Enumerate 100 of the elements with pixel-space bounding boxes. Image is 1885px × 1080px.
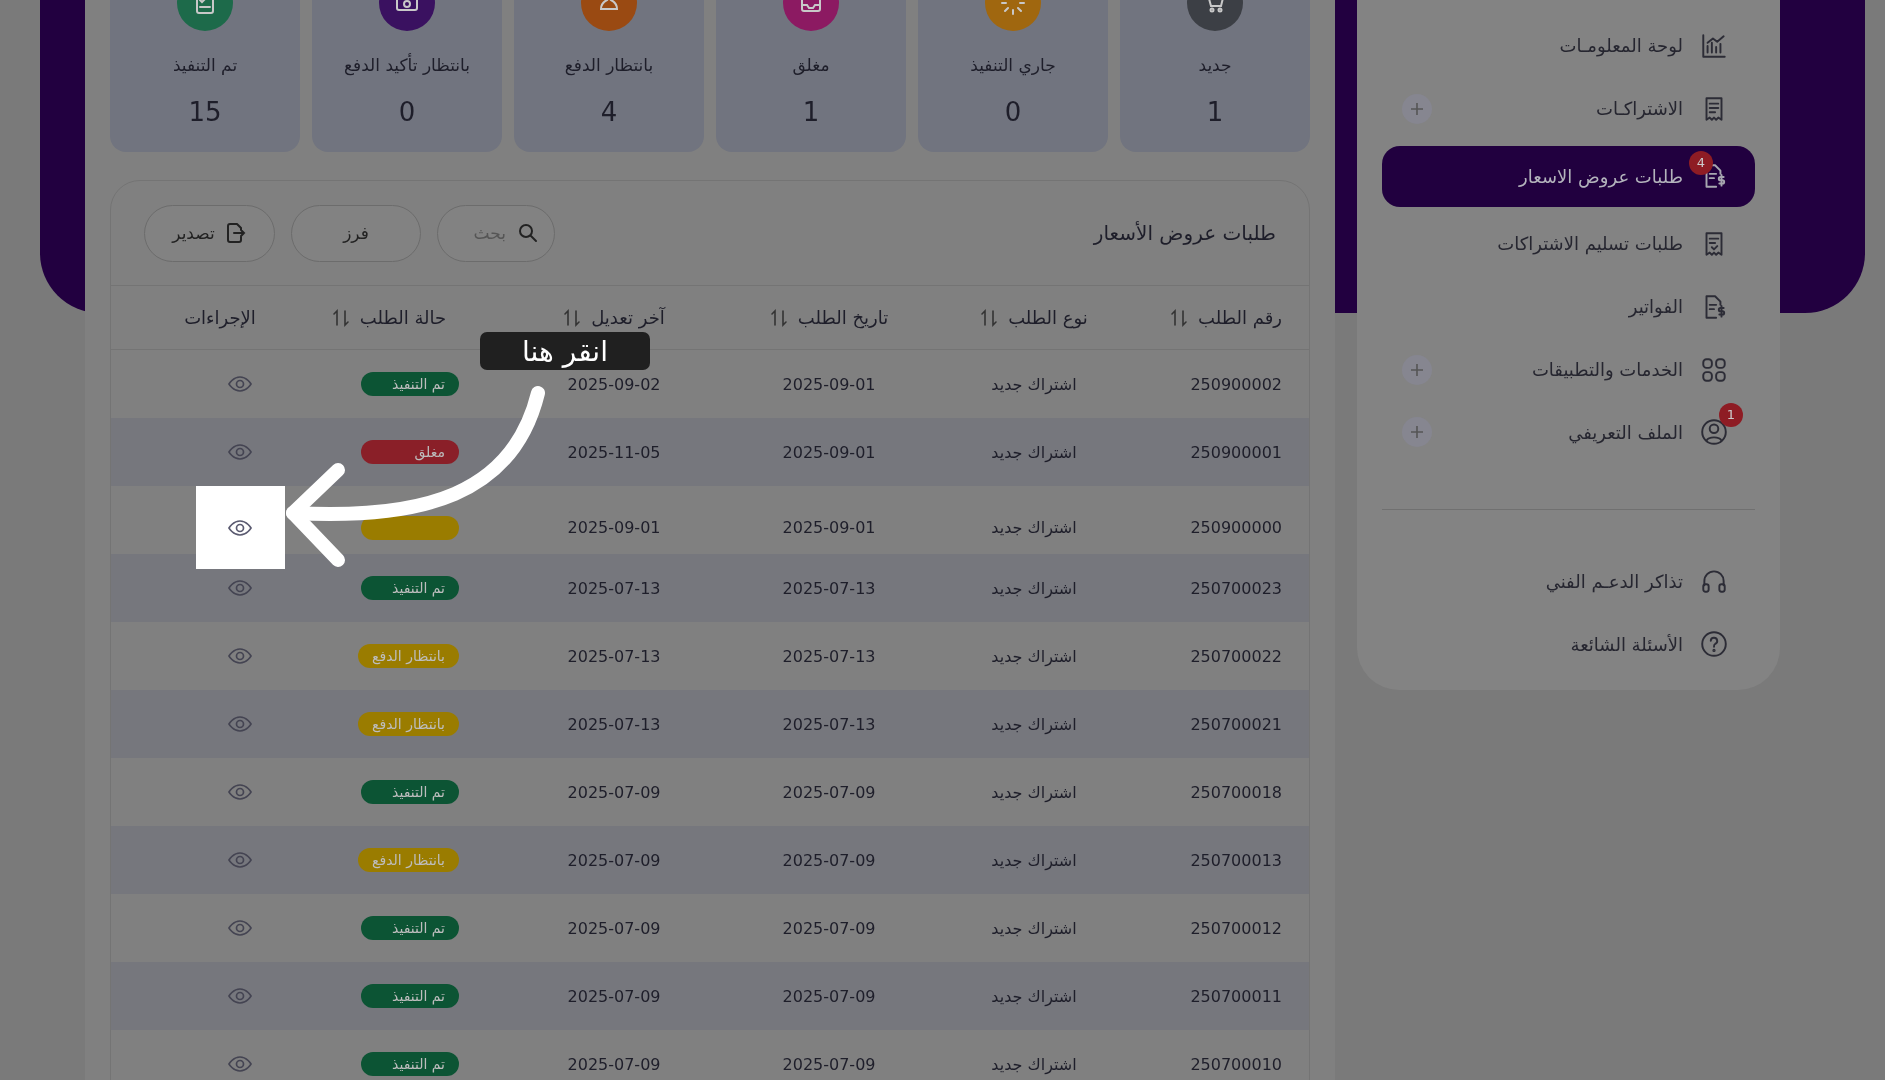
- status-badge: تم التنفيذ: [361, 916, 459, 940]
- plus-icon: [1410, 101, 1424, 116]
- column-header: رقم الطلب: [1198, 307, 1282, 328]
- column-header: حالة الطلب: [359, 307, 447, 328]
- table-cell-text: 250900002: [1190, 374, 1283, 394]
- table-cell: 2025-07-09: [567, 782, 661, 802]
- table-cell-text: 250900001: [1190, 442, 1283, 462]
- table-cell: اشتراك جديد: [991, 782, 1077, 802]
- sidebar-label: الأسئلة الشائعة: [1570, 633, 1683, 655]
- sidebar-item[interactable]: الأسئلة الشائعة: [1382, 618, 1755, 671]
- table-cell: 2025-07-13: [567, 578, 661, 598]
- stat-count: 4: [600, 97, 618, 127]
- stat-count: 1: [1206, 97, 1224, 127]
- stat-count: 0: [398, 97, 416, 127]
- sort-icon[interactable]: [769, 307, 788, 328]
- table-cell: اشتراك جديد: [991, 578, 1077, 598]
- stat-count: 1: [802, 97, 820, 127]
- table-cell: 2025-09-01: [782, 442, 876, 462]
- table-cell: اشتراك جديد: [991, 986, 1077, 1006]
- sort-icon[interactable]: [331, 307, 350, 328]
- sidebar-item[interactable]: طلبات تسليم الاشتراكات: [1382, 218, 1755, 270]
- status-badge: بانتظار الدفع: [358, 644, 459, 668]
- status-badge: تم التنفيذ: [361, 984, 459, 1008]
- sidebar-item[interactable]: الخدمات والتطبيقات: [1382, 343, 1755, 396]
- stat-count: 15: [188, 97, 222, 127]
- status-badge: مغلق: [361, 440, 459, 464]
- stat-label: بانتظار تأكيد الدفع: [344, 55, 470, 75]
- status-badge: بانتظار الدفع: [358, 712, 459, 736]
- table-cell: 2025-07-09: [782, 986, 876, 1006]
- search-icon: [516, 221, 540, 245]
- table-cell: 2025-07-09: [782, 782, 876, 802]
- plus-icon: [1410, 362, 1424, 377]
- table-cell: 2025-09-01: [782, 518, 876, 537]
- sidebar-item[interactable]: الاشتراكـات: [1382, 82, 1755, 135]
- table-cell-text: 250700018: [1190, 782, 1283, 802]
- expand-button[interactable]: [1402, 93, 1432, 124]
- status-badge: تم التنفيذ: [361, 780, 459, 804]
- stat-label: تم التنفيذ: [172, 55, 238, 75]
- sidebar-label: تذاكر الدعـم الفني: [1545, 570, 1683, 592]
- stat-label: جاري التنفيذ: [970, 55, 1056, 75]
- plus-icon: [1410, 425, 1424, 440]
- table-cell-text: 250700011: [1190, 986, 1283, 1006]
- expand-button[interactable]: [1402, 417, 1432, 448]
- expand-button[interactable]: [1402, 354, 1432, 385]
- table-cell: اشتراك جديد: [991, 646, 1077, 666]
- table-cell: 2025-07-13: [567, 714, 661, 734]
- table-cell-text: 250700021: [1190, 714, 1283, 734]
- sort-icon[interactable]: [980, 307, 999, 328]
- stat-label: مغلق: [792, 55, 830, 75]
- tooltip: انقر هنا: [480, 332, 650, 370]
- table-cell-text: 250700022: [1190, 646, 1283, 666]
- table-cell: اشتراك جديد: [991, 714, 1077, 734]
- table-cell: 2025-09-01: [782, 374, 876, 394]
- table-cell-text: 250700023: [1190, 578, 1283, 598]
- table-cell: اشتراك جديد: [991, 1054, 1077, 1074]
- table-cell: 2025-11-05: [567, 442, 661, 462]
- table-cell-text: 250900000: [1190, 518, 1283, 537]
- table-cell: اشتراك جديد: [991, 442, 1077, 462]
- column-header: تاريخ الطلب: [797, 307, 889, 328]
- table-cell: 2025-07-09: [567, 1054, 661, 1074]
- sort-button[interactable]: فرز: [291, 204, 421, 262]
- sidebar-item[interactable]: تذاكر الدعـم الفني: [1382, 555, 1755, 608]
- table-cell: 2025-07-09: [782, 918, 876, 938]
- export-button[interactable]: تصدير: [144, 204, 275, 262]
- column-header: الإجراءات: [184, 307, 256, 328]
- notification-badge: 1: [1719, 402, 1743, 427]
- sidebar-label: لوحة المعلومـات: [1559, 35, 1683, 57]
- table-cell: 2025-07-13: [782, 646, 876, 666]
- sidebar-item[interactable]: الفواتير: [1382, 280, 1755, 333]
- table-cell: اشتراك جديد: [991, 518, 1077, 537]
- table-cell: 2025-07-09: [782, 1054, 876, 1074]
- table-cell: 2025-09-01: [567, 518, 661, 537]
- table-cell: 2025-07-09: [567, 850, 661, 870]
- table-cell: 2025-07-09: [567, 986, 661, 1006]
- table-cell: 2025-07-13: [567, 646, 661, 666]
- sidebar-label: الخدمات والتطبيقات: [1531, 359, 1683, 381]
- table-cell: اشتراك جديد: [991, 918, 1077, 938]
- sidebar-label: طلبات تسليم الاشتراكات: [1497, 233, 1683, 255]
- status-badge: بانتظار الدفع: [358, 848, 459, 872]
- status-badge: تم التنفيذ: [361, 576, 459, 600]
- sidebar-item[interactable]: لوحة المعلومـات: [1382, 20, 1755, 72]
- status-badge: تم التنفيذ: [361, 1052, 459, 1076]
- notification-badge: 4: [1689, 150, 1713, 175]
- sidebar-label: الملف التعريفي: [1568, 421, 1683, 443]
- sidebar-label: طلبات عروض الاسعار: [1519, 165, 1683, 187]
- table-cell: 2025-07-13: [782, 714, 876, 734]
- table-cell: اشتراك جديد: [991, 374, 1077, 394]
- table-cell-text: 250700012: [1190, 918, 1283, 938]
- column-header: نوع الطلب: [1008, 307, 1088, 328]
- table-cell: 2025-07-09: [782, 850, 876, 870]
- sort-icon[interactable]: [1170, 307, 1189, 328]
- table-cell: 2025-07-13: [782, 578, 876, 598]
- status-badge: تم التنفيذ: [361, 372, 459, 396]
- table-cell-text: 250700010: [1190, 1054, 1283, 1074]
- view-button[interactable]: [195, 486, 285, 569]
- sidebar-label: الاشتراكـات: [1596, 98, 1683, 120]
- table-cell: 2025-07-09: [567, 918, 661, 938]
- table-cell-text: 250700013: [1190, 850, 1283, 870]
- table-title: طلبات عروض الأسعار: [1093, 221, 1276, 245]
- sort-icon[interactable]: [563, 307, 582, 328]
